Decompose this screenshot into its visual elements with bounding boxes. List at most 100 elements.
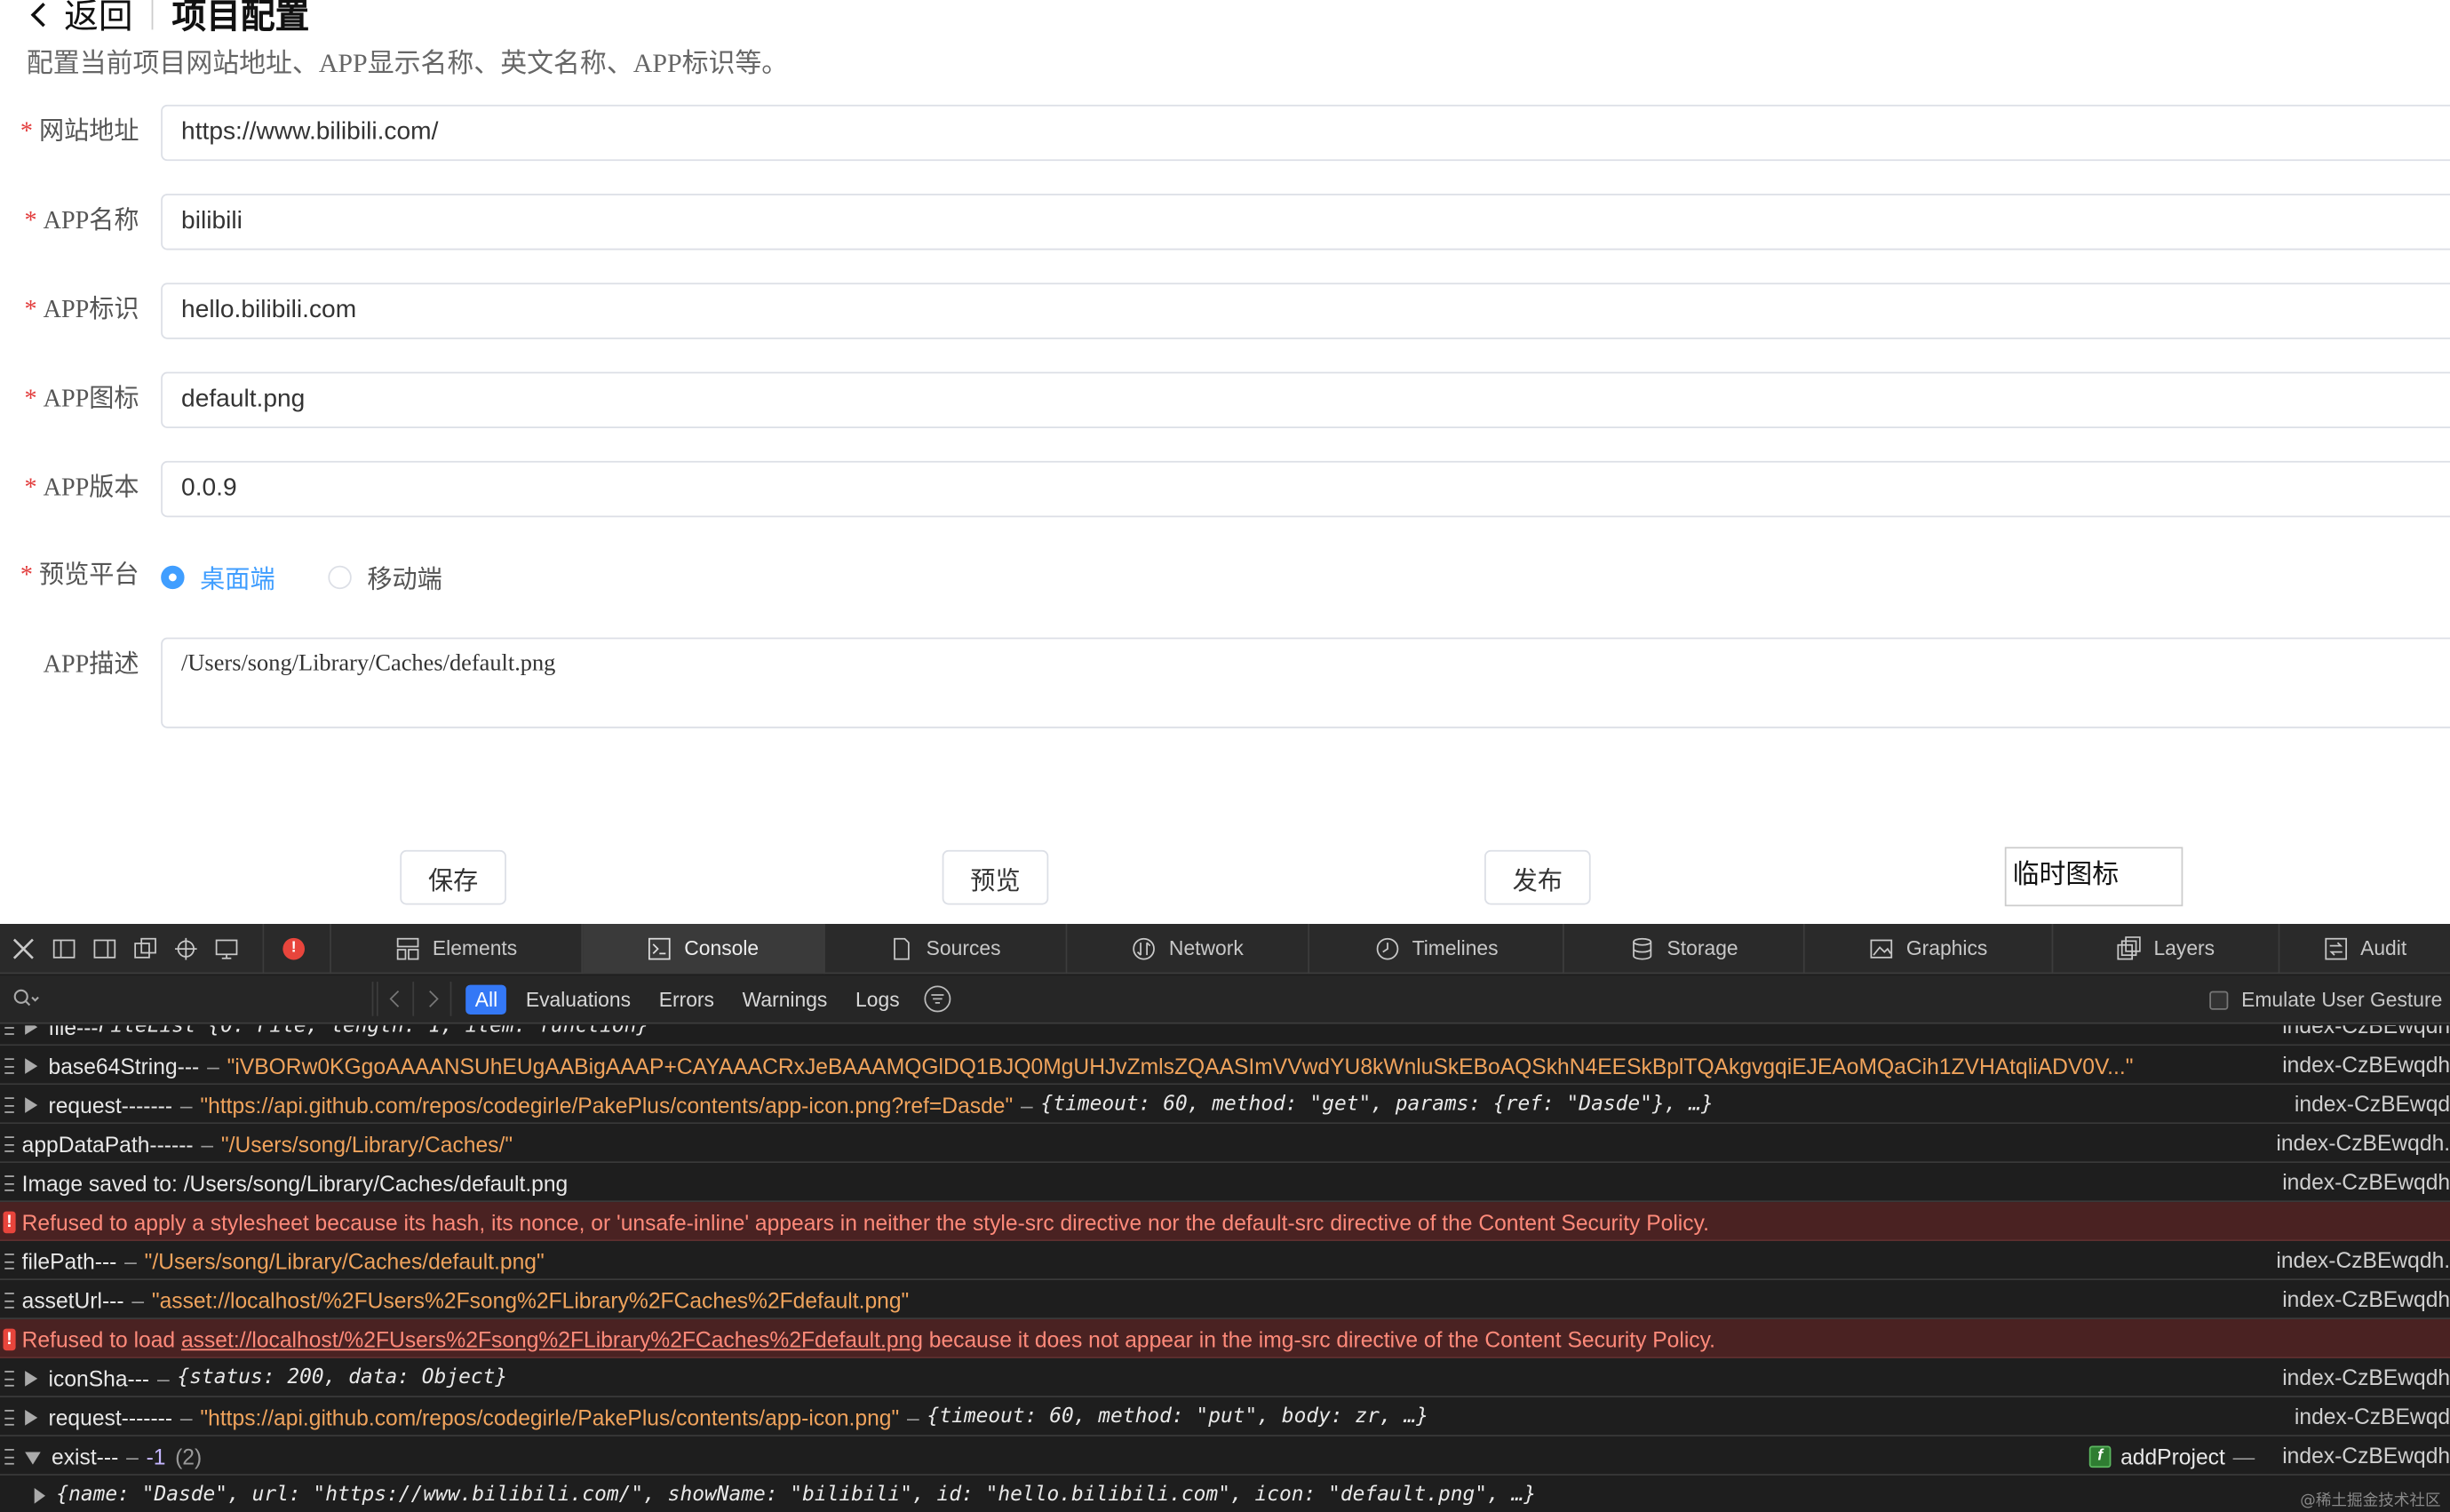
expand-triangle-icon[interactable] [34,1487,46,1503]
log-row[interactable]: Image saved to: /Users/song/Library/Cach… [0,1163,2450,1203]
tab-elements[interactable]: Elements [331,924,583,974]
save-button[interactable]: 保存 [400,849,506,905]
log-icon [4,1096,14,1112]
log-string: "asset://localhost/%2FUsers%2Fsong%2FLib… [151,1286,910,1313]
close-icon[interactable] [4,924,44,973]
log-row[interactable]: base64String--- – "iVBORw0KGgoAAAANSUhEUgA… [0,1046,2450,1086]
radio-label: 桌面端 [200,567,275,594]
function-icon: f [2088,1444,2112,1468]
log-row[interactable]: {name: "Dasde", url: "https://www.bilibi… [0,1475,2450,1512]
layers-icon [2117,935,2142,959]
log-row[interactable]: appDataPath------ – "/Users/song/Library/C… [0,1124,2450,1164]
expand-triangle-icon[interactable] [25,1025,38,1035]
log-dash: – [207,1053,219,1078]
radio-label: 移动端 [367,567,442,594]
field-app-version: * APP版本 [0,460,2450,518]
expand-triangle-icon[interactable] [25,1370,38,1386]
log-function[interactable]: f addProject — [2088,1436,2263,1476]
publish-button[interactable]: 发布 [1484,849,1591,905]
tab-graphics[interactable]: Graphics [1805,924,2054,974]
log-source[interactable]: index-CzBEwqdh [2282,1436,2450,1476]
tab-network[interactable]: Network [1067,924,1310,974]
detach-window-icon[interactable] [125,924,166,973]
preview-button[interactable]: 预览 [942,849,1049,905]
error-link[interactable]: asset://localhost/%2FUsers%2Fsong%2FLibr… [181,1326,923,1351]
emulate-checkbox[interactable] [2209,990,2230,1009]
tab-label: Console [684,936,760,960]
log-icon [4,1253,14,1269]
tab-timelines[interactable]: Timelines [1310,924,1565,974]
expand-triangle-icon[interactable] [25,1409,38,1425]
log-source[interactable]: index-CzBEwqd [2295,1085,2450,1124]
log-source[interactable]: index-CzBEwqd [2295,1397,2450,1436]
log-dash: – [179,1092,193,1118]
radio-mobile[interactable]: 移动端 [328,558,442,595]
document-icon [893,936,910,959]
console-filter-bar: All Evaluations Errors Warnings Logs Emu… [0,975,2450,1024]
website-url-input[interactable] [161,104,2450,162]
log-label: request------- [48,1092,173,1118]
log-row[interactable]: filePath--- – "/Users/song/Library/Caches/… [0,1241,2450,1281]
tab-console[interactable]: Console [582,924,825,974]
log-row-error[interactable]: ! Refused to apply a stylesheet because … [0,1202,2450,1242]
chevron-left-icon[interactable] [376,982,415,1016]
log-string: "/Users/song/Library/Caches/default.png" [144,1247,545,1274]
app-icon-input[interactable] [161,371,2450,428]
dock-left-icon[interactable] [44,924,84,973]
collapse-triangle-icon[interactable] [25,1451,41,1464]
log-row[interactable]: assetUrl--- – "asset://localhost/%2FUsers%… [0,1280,2450,1320]
chevron-right-icon[interactable] [414,982,452,1016]
radio-unchecked-icon [328,564,352,589]
log-row[interactable]: iconSha--- – {status: 200, data: Object} i… [0,1358,2450,1397]
log-row[interactable]: file--- FileList {0: File, length: 1, it… [0,1025,2450,1046]
log-source[interactable]: index-CzBEwqdh. [2276,1124,2450,1163]
log-object: FileList {0: File, length: 1, item: func… [98,1025,649,1039]
field-app-name: * APP名称 [0,194,2450,251]
emulate-user-gesture[interactable]: Emulate User Gesture [2209,975,2442,1024]
tab-sources[interactable]: Sources [824,924,1067,974]
dock-right-icon[interactable] [84,924,125,973]
field-preview-platform: * 预览平台 桌面端 移动端 [0,548,2450,604]
radio-desktop[interactable]: 桌面端 [161,558,275,595]
crosshair-icon[interactable] [165,924,206,973]
log-source[interactable]: index-CzBEwqdh [2282,1280,2450,1319]
tab-storage[interactable]: Storage [1564,924,1805,974]
filter-all[interactable]: All [465,983,507,1015]
filter-warnings[interactable]: Warnings [733,984,837,1014]
filter-logs[interactable]: Logs [846,984,909,1014]
app-id-input[interactable] [161,283,2450,339]
app-description-textarea[interactable]: /Users/song/Library/Caches/default.png [161,637,2450,728]
tab-audit[interactable]: Audit [2279,924,2450,973]
log-source[interactable]: index-CzBEwqdh [2282,1025,2450,1046]
expand-triangle-icon[interactable] [25,1096,38,1112]
inspector-tools: ! [0,924,331,974]
error-badge-icon[interactable]: ! [274,924,314,973]
field-label: * 网站地址 [20,105,139,161]
log-row[interactable]: request------- – "https://api.github.com/r… [0,1085,2450,1125]
log-source[interactable]: index-CzBEwqdh [2282,1163,2450,1202]
log-repeat-count: (2) [175,1443,203,1469]
filter-errors[interactable]: Errors [649,984,723,1014]
filter-options-icon[interactable] [923,985,951,1014]
log-icon [4,1370,14,1386]
expand-triangle-icon[interactable] [25,1057,38,1073]
log-row[interactable]: exist--- – -1 (2) f addProject — index-CzBE… [0,1436,2450,1476]
log-row[interactable]: request------- – "https://api.github.com/r… [0,1397,2450,1436]
back-button[interactable]: 返回 [25,0,133,39]
required-mark: * [24,386,37,413]
back-label: 返回 [64,0,133,36]
toolbar-divider [262,924,265,974]
required-mark: * [20,562,33,590]
app-version-input[interactable] [161,460,2450,518]
app-name-input[interactable] [161,194,2450,251]
filter-evaluations[interactable]: Evaluations [516,984,640,1014]
log-row-error[interactable]: ! Refused to load asset://localhost/%2FU… [0,1319,2450,1359]
device-icon[interactable] [206,924,247,973]
tab-layers[interactable]: Layers [2053,924,2280,974]
page-header: 返回 项目配置 [25,0,309,41]
log-source[interactable]: index-CzBEwqdh. [2276,1241,2450,1280]
log-source[interactable]: index-CzBEwqdh [2282,1358,2450,1397]
radio-checked-icon [161,564,185,589]
log-source[interactable]: index-CzBEwqdh [2282,1046,2450,1085]
console-filter-input[interactable] [46,988,360,1010]
